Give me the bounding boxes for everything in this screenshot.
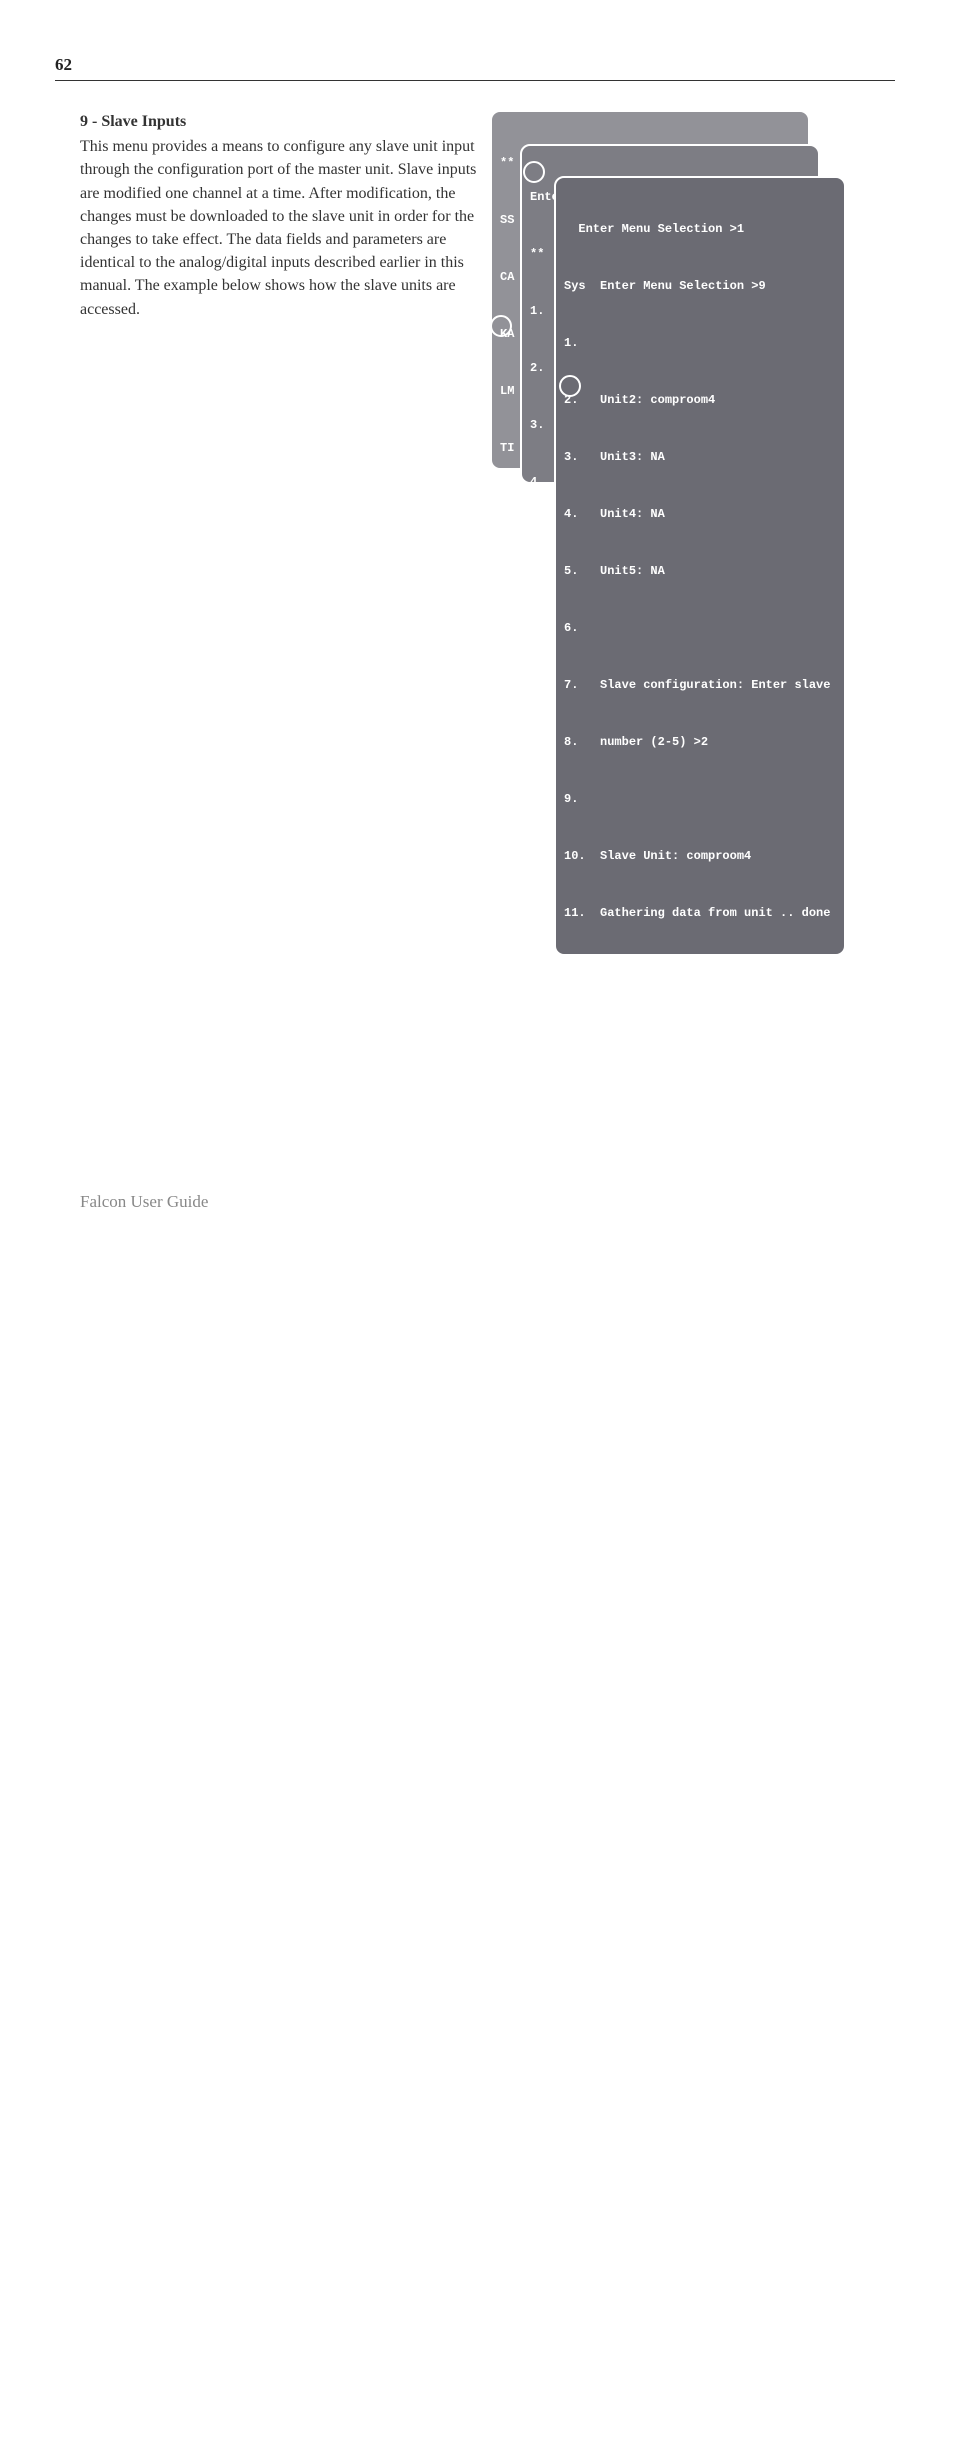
cfg-value: 25: [719, 1265, 733, 1284]
cfg-value: 0,0,0,0,0: [739, 1892, 804, 1911]
footer-text: Falcon User Guide: [80, 1192, 208, 1212]
cfg-value: 4-20: [719, 1208, 748, 1227]
cfg-value: 200: [719, 1379, 741, 1398]
menu-item: Ent Current Readings: Raw = 0.000 mA Cal…: [564, 1075, 836, 1094]
cfg-label: 8. Relay Cntrl; 1: [564, 1607, 722, 1626]
highlight-circle-icon: [559, 375, 581, 397]
menu-item: 3. Unit3: NA: [564, 448, 836, 467]
cfg-value: Deg C: [739, 1664, 775, 1683]
cfg-label: 10. Label:: [564, 1721, 739, 1740]
terminal-header: Enter Menu Selection >1: [564, 220, 836, 239]
cfg-label: 9. Unit of Measure:: [564, 1664, 739, 1683]
menu-item: 10. Slave Unit: comproom4: [564, 847, 836, 866]
cfg-label: 2. Gain:: [564, 1265, 719, 1284]
cfg-label: 21. Next Channel: [564, 2234, 715, 2253]
highlight-circle-icon: [490, 315, 512, 337]
page-number: 62: [55, 55, 72, 75]
main-text-column: 9 - Slave Inputs This menu provides a me…: [80, 110, 490, 321]
cfg-label: 14. BACnet Instance:: [564, 1949, 744, 1968]
cfg-label: 4. High Limit 2:: [564, 1379, 719, 1398]
cfg-label: DL. Download Changes to Module: [564, 2348, 816, 2367]
menu-item: 4. Unit4: NA: [564, 505, 836, 524]
cfg-value: 22: [719, 1322, 733, 1341]
menu-item: 2. Unit2: comproom4: [564, 391, 836, 410]
menu-item: 12. Input Configuration Menu: [564, 961, 836, 980]
terminal-panel-3: Enter Menu Selection >1 Sys Enter Menu S…: [554, 176, 846, 956]
cfg-label: 5. High Limit 1:: [564, 1436, 719, 1455]
cfg-label: 6. Low Limit 1: -2147483647: [564, 1493, 794, 1512]
cfg-label: 1. Type:: [564, 1208, 719, 1227]
header-rule: [55, 80, 895, 81]
cfg-label: 19. Alarm Disable Sch: None: [564, 2120, 794, 2139]
terminal-final-prompt: Enter Menu Selection >: [564, 2405, 836, 2424]
body-paragraph: This menu provides a means to configure …: [80, 135, 490, 321]
menu-item: 9.: [564, 790, 836, 809]
menu-item: 11. Gathering data from unit .. done: [564, 904, 836, 923]
menu-item: 1.: [564, 334, 836, 353]
cfg-label: 7. Low Limit 2: -2147483647: [564, 1550, 794, 1569]
menu-item: 5. Unit5: NA: [564, 562, 836, 581]
cfg-label: 11. Alarm Delay:: [564, 1778, 739, 1797]
cfg-label: 22. Return: [564, 2291, 672, 2310]
highlight-circle-icon: [523, 161, 545, 183]
menu-item: = 22: [564, 1132, 836, 1151]
section-heading: 9 - Slave Inputs: [80, 110, 490, 133]
terminal-sys: Sys Enter Menu Selection >9: [564, 277, 836, 296]
cfg-label: 20. Previous Channel: [564, 2177, 744, 2196]
cfg-label: 12. Hysteresis: 0: [564, 1835, 722, 1854]
menu-item: 13. Channel #A1 of 20: [564, 1018, 836, 1037]
cfg-label: 3. Offset:: [564, 1322, 719, 1341]
cfg-label: 15. BACnet Units:: [564, 2006, 722, 2025]
cfg-label: 18. Email Recipients:: [564, 2063, 751, 2082]
cfg-value: 100: [719, 1436, 741, 1455]
cfg-value: 0 (Secs): [739, 1778, 797, 1797]
cfg-label: 13. Alarm Dial Out:: [564, 1892, 739, 1911]
cfg-value: Temp. in Room: [739, 1721, 833, 1740]
menu-item: 7. Slave configuration: Enter slave: [564, 676, 836, 695]
menu-item: 6.: [564, 619, 836, 638]
menu-item: 8. number (2-5) >2: [564, 733, 836, 752]
